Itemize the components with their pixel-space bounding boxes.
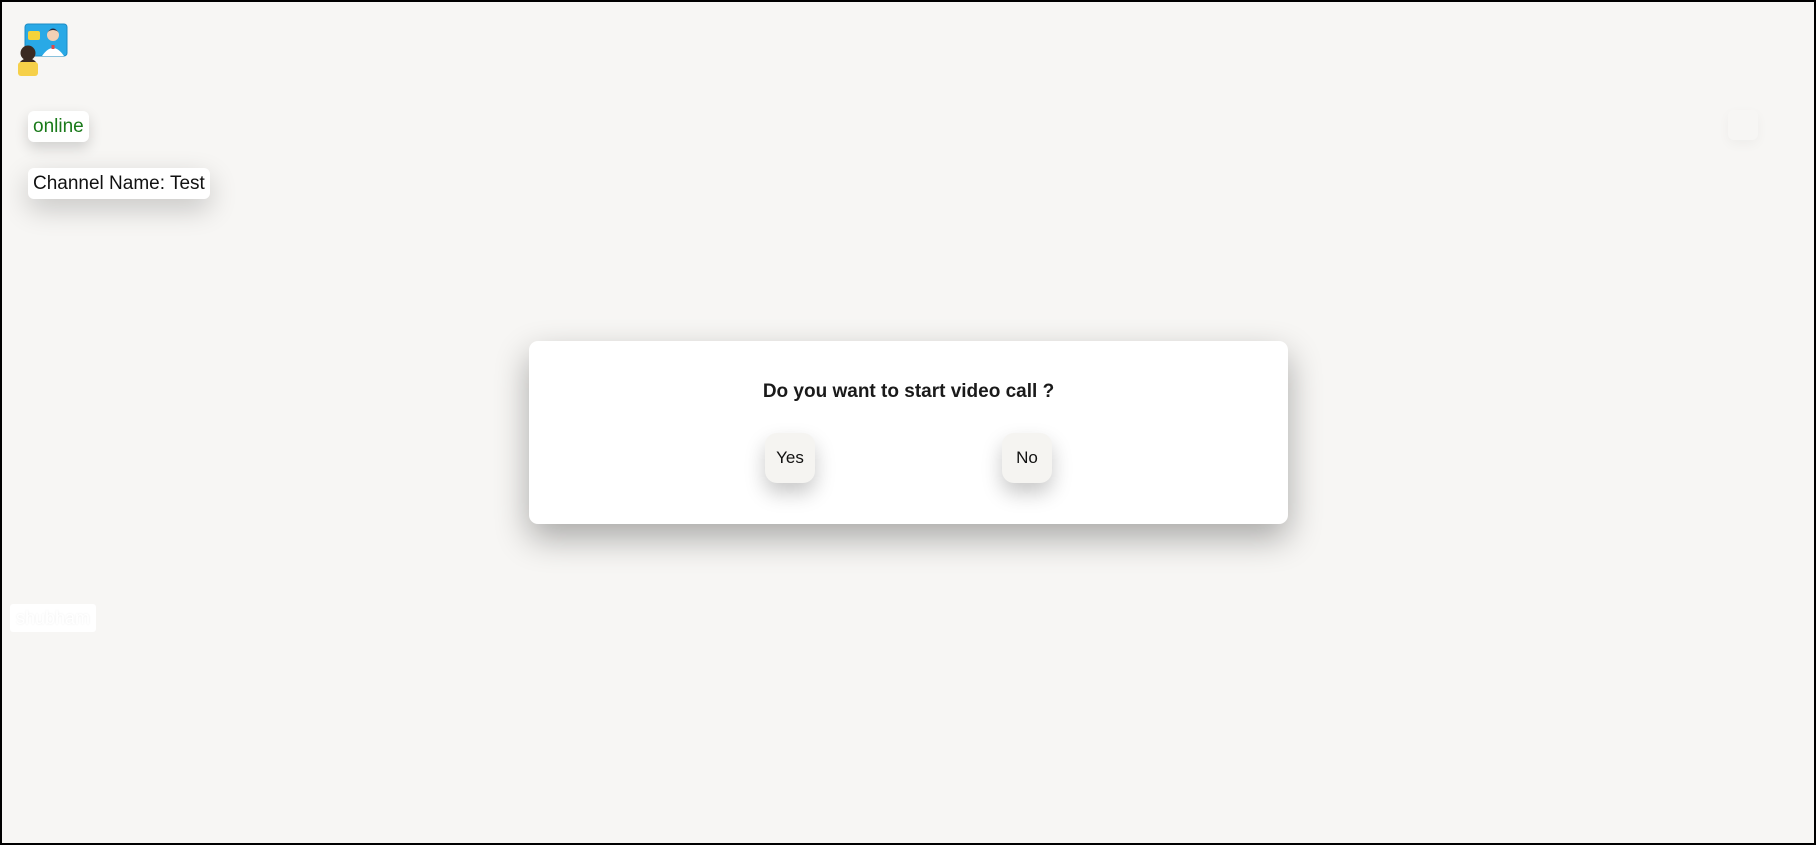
no-button[interactable]: No	[1002, 433, 1052, 483]
connection-status-badge: online	[28, 111, 89, 142]
app-window: online Channel Name: Test shubham Do you…	[0, 0, 1816, 845]
local-user-name-tag: shubham	[10, 604, 97, 632]
control-placeholder	[1728, 110, 1758, 140]
yes-button[interactable]: Yes	[765, 433, 815, 483]
video-call-logo-icon	[17, 22, 71, 76]
dialog-question: Do you want to start video call ?	[762, 381, 1055, 402]
channel-name-label: Channel Name: Test	[28, 168, 210, 199]
start-video-call-dialog: Do you want to start video call ? Yes No	[529, 341, 1288, 524]
